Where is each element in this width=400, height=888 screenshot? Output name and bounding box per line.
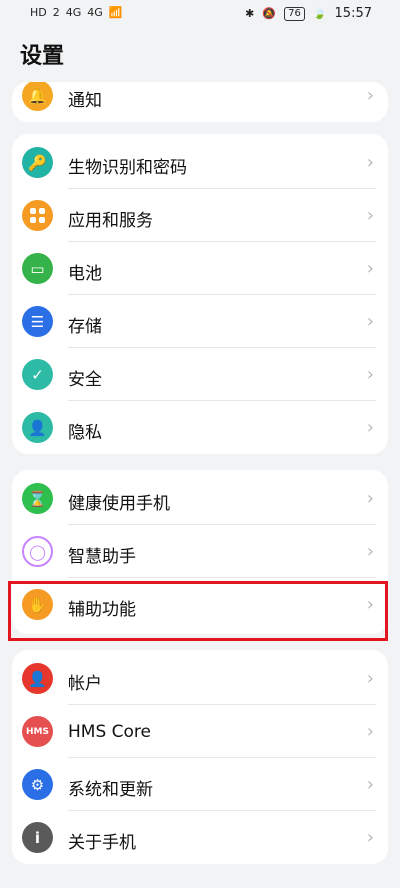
label-apps-services: 应用和服务 (68, 211, 153, 231)
row-biometrics[interactable]: 🔑 生物识别和密码 › (12, 136, 388, 189)
group-1: 🔑 生物识别和密码 › 应用和服务 › ▭ 电池 › ☰ 存储 › ✓ 安全 ›… (12, 134, 388, 454)
row-digital-balance[interactable]: ⌛ 健康使用手机 › (12, 472, 388, 525)
status-left: HD 2 4G 4G 📶 (30, 6, 123, 20)
chevron-right-icon: › (366, 152, 374, 173)
chevron-right-icon: › (366, 205, 374, 226)
row-storage[interactable]: ☰ 存储 › (12, 295, 388, 348)
chevron-right-icon: › (366, 85, 374, 106)
hms-icon: HMS (22, 716, 53, 747)
chevron-right-icon: › (366, 417, 374, 438)
apps-icon (22, 200, 53, 231)
row-battery[interactable]: ▭ 电池 › (12, 242, 388, 295)
storage-icon: ☰ (22, 306, 53, 337)
hd-icon: HD (30, 6, 47, 19)
chevron-right-icon: › (366, 594, 374, 615)
row-privacy[interactable]: 👤 隐私 › (12, 401, 388, 454)
row-about-phone[interactable]: i 关于手机 › (12, 811, 388, 864)
chevron-right-icon: › (366, 258, 374, 279)
chevron-right-icon: › (366, 364, 374, 385)
account-icon: 👤 (22, 663, 53, 694)
status-bar: HD 2 4G 4G 📶 ✱ 🔕 76 🍃 15:57 (0, 0, 400, 28)
row-system-update[interactable]: ⚙ 系统和更新 › (12, 758, 388, 811)
label-account: 帐户 (68, 674, 102, 694)
row-notifications[interactable]: 🔔 通知 › (12, 82, 388, 122)
bluetooth-icon: ✱ (245, 6, 255, 20)
clock: 15:57 (334, 6, 372, 21)
label-storage: 存储 (68, 317, 102, 337)
row-security[interactable]: ✓ 安全 › (12, 348, 388, 401)
group-3: 👤 帐户 › HMS HMS Core › ⚙ 系统和更新 › i 关于手机 › (12, 650, 388, 864)
chevron-right-icon: › (366, 721, 374, 742)
label-system-update: 系统和更新 (68, 780, 153, 800)
label-accessibility: 辅助功能 (68, 600, 136, 620)
bell-icon: 🔔 (22, 82, 53, 111)
label-biometrics: 生物识别和密码 (68, 158, 187, 178)
shield-icon: ✓ (22, 359, 53, 390)
label-assistant: 智慧助手 (68, 547, 136, 567)
apps-grid-icon (30, 208, 45, 223)
privacy-icon: 👤 (22, 412, 53, 443)
chevron-right-icon: › (366, 774, 374, 795)
row-assistant[interactable]: ◯ 智慧助手 › (12, 525, 388, 578)
row-apps-services[interactable]: 应用和服务 › (12, 189, 388, 242)
label-security: 安全 (68, 370, 102, 390)
info-icon: i (22, 822, 53, 853)
hourglass-icon: ⌛ (22, 483, 53, 514)
status-right: ✱ 🔕 76 🍃 15:57 (245, 6, 372, 21)
gear-icon: ⚙ (22, 769, 53, 800)
row-accessibility[interactable]: ✋ 辅助功能 › (12, 578, 388, 631)
chevron-right-icon: › (366, 827, 374, 848)
label-digital-balance: 健康使用手机 (68, 494, 170, 514)
wifi-icon: 📶 (108, 6, 123, 19)
battery-icon: ▭ (22, 253, 53, 284)
row-hms-core[interactable]: HMS HMS Core › (12, 705, 388, 758)
hand-icon: ✋ (22, 589, 53, 620)
label-notifications: 通知 (68, 91, 102, 111)
row-account[interactable]: 👤 帐户 › (12, 652, 388, 705)
label-hms-core: HMS Core (68, 722, 151, 742)
sim2-icon: 2 (52, 6, 60, 19)
group-2: ⌛ 健康使用手机 › ◯ 智慧助手 › ✋ 辅助功能 › (12, 470, 388, 634)
mute-icon: 🔕 (262, 6, 277, 20)
chevron-right-icon: › (366, 311, 374, 332)
label-battery: 电池 (68, 264, 102, 284)
chevron-right-icon: › (366, 668, 374, 689)
key-icon: 🔑 (22, 147, 53, 178)
chevron-right-icon: › (366, 541, 374, 562)
assistant-icon: ◯ (22, 536, 53, 567)
leaf-icon: 🍃 (312, 6, 327, 20)
group-0: 🔔 通知 › (12, 82, 388, 122)
label-privacy: 隐私 (68, 423, 102, 443)
label-about-phone: 关于手机 (68, 833, 136, 853)
chevron-right-icon: › (366, 488, 374, 509)
page-title: 设置 (20, 44, 65, 69)
signal-4g-icon: 4G (65, 6, 82, 19)
signal-4g-icon-2: 4G (87, 6, 103, 19)
battery-indicator: 76 (284, 6, 305, 21)
